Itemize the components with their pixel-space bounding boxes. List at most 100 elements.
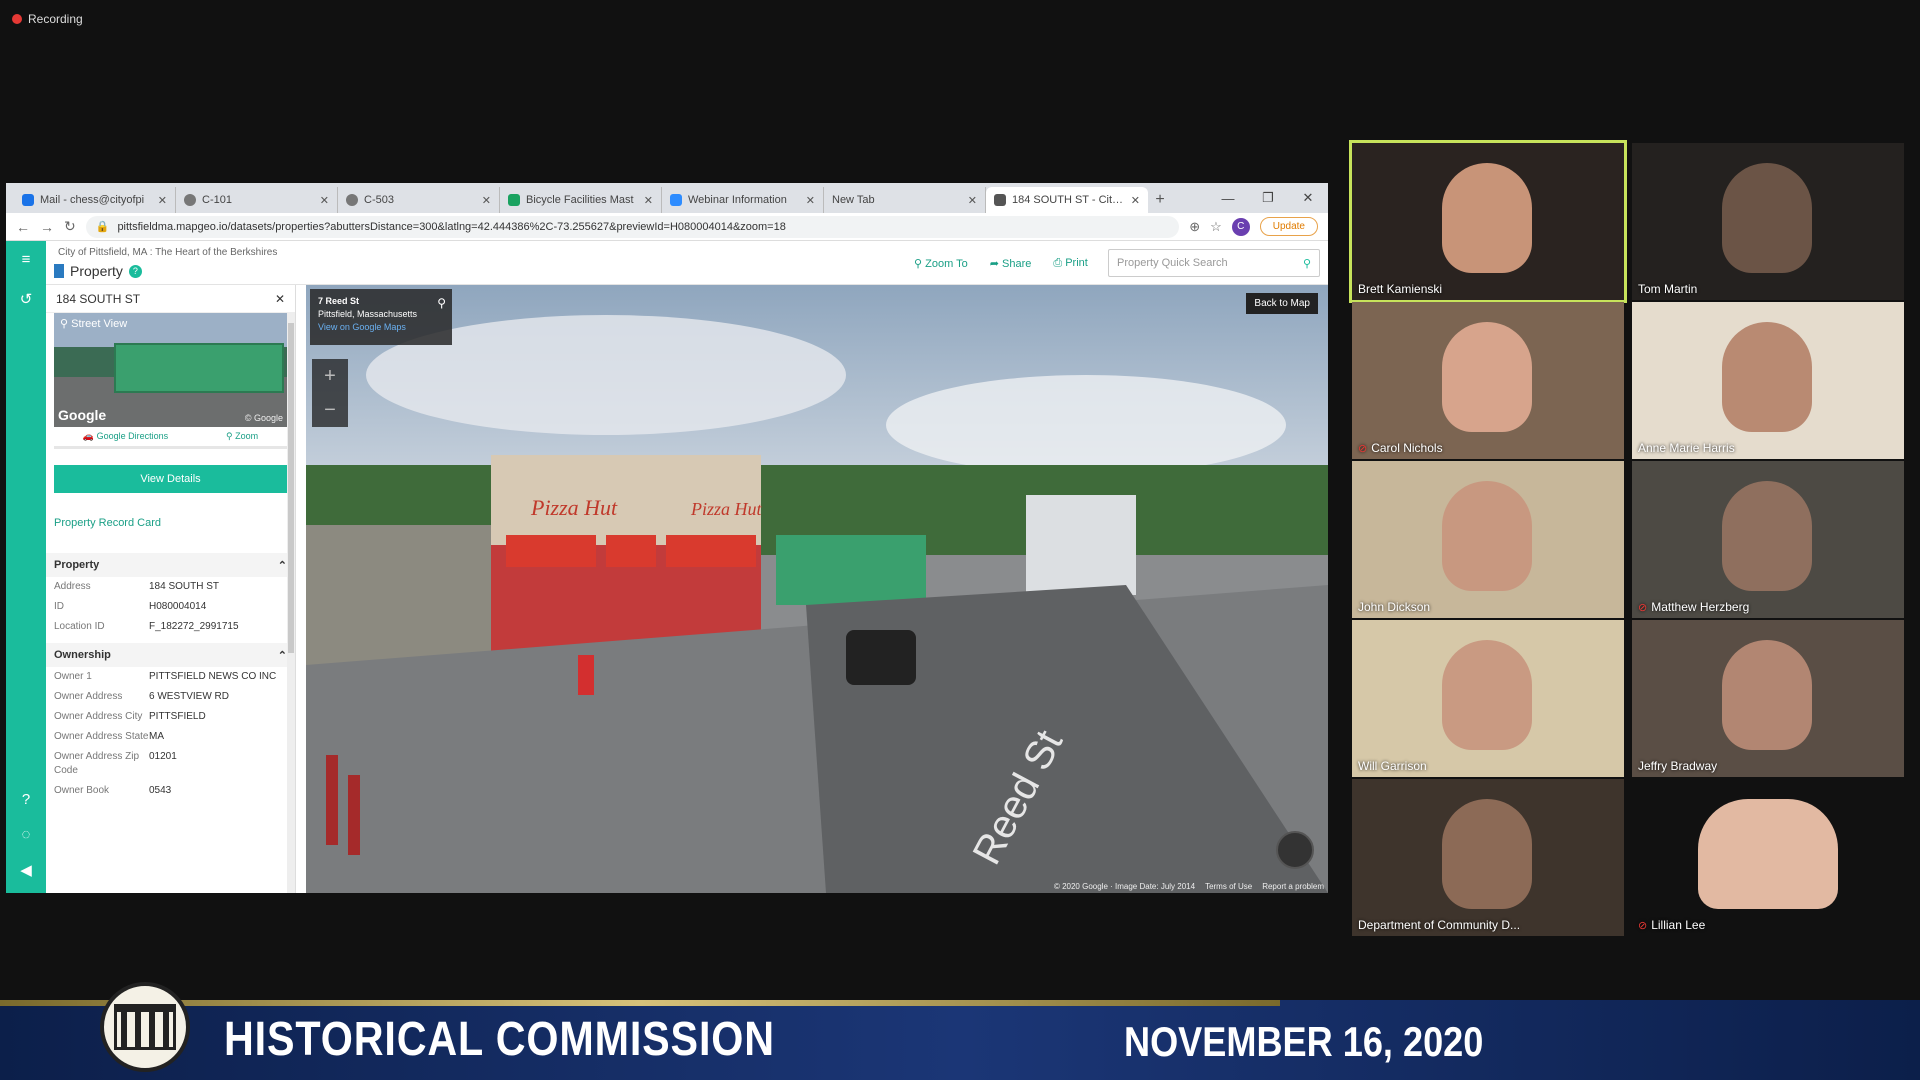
- panel-links: 🚗 Google Directions ⚲ Zoom: [54, 427, 287, 449]
- participant-name: Will Garrison: [1358, 759, 1427, 773]
- close-tab-icon[interactable]: ✕: [644, 194, 653, 207]
- compass-icon[interactable]: [1276, 831, 1314, 869]
- back-arrow-icon[interactable]: ←: [16, 219, 30, 235]
- street-view-thumbnail[interactable]: ⚲ Street View Google © Google: [54, 313, 287, 427]
- street-view-label: ⚲ Street View: [60, 318, 128, 330]
- browser-tab[interactable]: Mail - chess@cityofpi ✕: [14, 187, 176, 213]
- browser-tab[interactable]: C-503 ✕: [338, 187, 500, 213]
- menu-icon[interactable]: ≡: [22, 251, 31, 268]
- participant-name: ⊘ Lillian Lee: [1638, 918, 1705, 932]
- print-button[interactable]: ⎙ Print: [1053, 257, 1087, 270]
- directions-link[interactable]: 🚗 Google Directions: [83, 431, 168, 442]
- participant-tile[interactable]: Brett Kamienski: [1349, 140, 1627, 303]
- participant-tile[interactable]: John Dickson: [1352, 461, 1624, 618]
- participant-name: Department of Community D...: [1358, 918, 1520, 932]
- row-key: Owner Address City: [54, 711, 143, 722]
- row-key: Owner Book: [54, 785, 110, 796]
- scrollbar-thumb[interactable]: [288, 323, 294, 653]
- close-tab-icon[interactable]: ✕: [968, 194, 977, 207]
- view-details-button[interactable]: View Details: [54, 465, 287, 493]
- browser-tab[interactable]: Bicycle Facilities Mast ✕: [500, 187, 662, 213]
- google-maps-link[interactable]: View on Google Maps: [318, 321, 444, 334]
- row-key: Owner Address State: [54, 731, 149, 742]
- search-icon[interactable]: ⚲: [1303, 257, 1311, 270]
- reload-icon[interactable]: ↻: [64, 218, 76, 235]
- bookmark-icon: [54, 264, 64, 278]
- browser-tab[interactable]: New Tab ✕: [824, 187, 986, 213]
- help-icon[interactable]: ?: [22, 791, 30, 808]
- toolbar: ⚲ Zoom To ➦ Share ⎙ Print: [914, 257, 1088, 270]
- zoom-out-icon[interactable]: −: [324, 399, 336, 422]
- table-row: Owner Address Zip Code 01201: [46, 747, 295, 781]
- browser-tab-active[interactable]: 184 SOUTH ST - City o ✕: [986, 187, 1148, 213]
- street-view-scene: Pizza Hut Pizza Hut Reed St: [306, 285, 1328, 893]
- zoom-to-button[interactable]: ⚲ Zoom To: [914, 257, 968, 270]
- participant-tile[interactable]: Anne Marie Harris: [1632, 302, 1904, 459]
- close-tab-icon[interactable]: ✕: [806, 194, 815, 207]
- close-window-icon[interactable]: ✕: [1288, 183, 1328, 213]
- participant-tile[interactable]: Tom Martin: [1632, 143, 1904, 300]
- section-title: Ownership: [54, 649, 111, 661]
- history-icon[interactable]: ↺: [20, 290, 33, 308]
- forward-arrow-icon[interactable]: →: [40, 219, 54, 235]
- participant-tile[interactable]: Jeffry Bradway: [1632, 620, 1904, 777]
- browser-tab[interactable]: C-101 ✕: [176, 187, 338, 213]
- chevron-up-icon: ⌃: [277, 559, 287, 572]
- tab-strip: Mail - chess@cityofpi ✕ C-101 ✕ C-503 ✕ Bic…: [6, 183, 1328, 213]
- participant-tile[interactable]: ⊘ Lillian Lee: [1632, 779, 1904, 936]
- close-tab-icon[interactable]: ✕: [320, 194, 329, 207]
- participant-tile[interactable]: Will Garrison: [1352, 620, 1624, 777]
- property-record-card-link[interactable]: Property Record Card: [54, 517, 287, 529]
- close-tab-icon[interactable]: ✕: [482, 194, 491, 207]
- profile-avatar[interactable]: C: [1231, 217, 1250, 236]
- update-button[interactable]: Update: [1259, 217, 1318, 236]
- ownership-section-header[interactable]: Ownership ⌃: [46, 643, 295, 667]
- zoom-in-icon[interactable]: +: [324, 365, 336, 388]
- green-building: [776, 535, 926, 605]
- table-row: Owner Book 0543: [46, 781, 295, 801]
- participant-name: Tom Martin: [1638, 282, 1697, 296]
- participant-tile[interactable]: ⊘ Matthew Herzberg: [1632, 461, 1904, 618]
- zoom-link[interactable]: ⚲ Zoom: [226, 431, 258, 442]
- announce-icon[interactable]: ◀: [20, 861, 32, 879]
- chat-icon[interactable]: ◌: [22, 826, 31, 843]
- participant-tile[interactable]: ⊘ Carol Nichols: [1352, 302, 1624, 459]
- participant-video: [1442, 322, 1532, 432]
- zoom-label: Zoom: [235, 431, 259, 441]
- close-panel-icon[interactable]: ✕: [275, 292, 285, 306]
- participant-tile[interactable]: Department of Community D...: [1352, 779, 1624, 936]
- banner-date: NOVEMBER 16, 2020: [1124, 1018, 1484, 1065]
- property-search-input[interactable]: Property Quick Search ⚲: [1108, 249, 1320, 277]
- share-label: Share: [1002, 258, 1032, 270]
- property-panel: 184 SOUTH ST ✕ ⚲ Street View Google © Go…: [46, 285, 296, 893]
- new-tab-icon[interactable]: +: [1148, 187, 1172, 213]
- share-button[interactable]: ➦ Share: [990, 257, 1032, 270]
- panel-title: 184 SOUTH ST: [56, 291, 141, 306]
- home-icon: [994, 194, 1006, 206]
- row-value: H080004014: [149, 601, 207, 612]
- close-tab-icon[interactable]: ✕: [1131, 194, 1140, 207]
- extension-icon[interactable]: ⊕: [1189, 219, 1200, 235]
- table-row: Address 184 SOUTH ST: [46, 577, 295, 597]
- directions-label: Google Directions: [96, 431, 169, 441]
- street-view-pane[interactable]: Pizza Hut Pizza Hut Reed St 7 Reed St Pi…: [306, 285, 1328, 893]
- cloud: [886, 375, 1286, 475]
- close-tab-icon[interactable]: ✕: [158, 194, 167, 207]
- google-logo: Google: [58, 407, 107, 423]
- location-info-box: 7 Reed St Pittsfield, Massachusetts View…: [310, 289, 452, 345]
- browser-tab[interactable]: Webinar Information ✕: [662, 187, 824, 213]
- url-bar[interactable]: 🔒 pittsfieldma.mapgeo.io/datasets/proper…: [85, 215, 1180, 238]
- panel-scrollbar[interactable]: [287, 313, 295, 893]
- maximize-icon[interactable]: ❐: [1248, 183, 1288, 213]
- address-bar-row: ← → ↻ 🔒 pittsfieldma.mapgeo.io/datasets/…: [6, 213, 1328, 241]
- property-section-header[interactable]: Property ⌃: [46, 553, 295, 577]
- minimize-icon[interactable]: —: [1208, 183, 1248, 213]
- row-value: 0543: [149, 785, 172, 796]
- report-problem-link[interactable]: Report a problem: [1262, 882, 1324, 891]
- terms-link[interactable]: Terms of Use: [1205, 882, 1252, 891]
- back-to-map-button[interactable]: Back to Map: [1246, 293, 1318, 314]
- star-icon[interactable]: ☆: [1210, 219, 1222, 235]
- info-icon[interactable]: ?: [128, 264, 142, 278]
- row-key: Owner Address: [54, 691, 123, 702]
- tab-label: Webinar Information: [688, 194, 787, 206]
